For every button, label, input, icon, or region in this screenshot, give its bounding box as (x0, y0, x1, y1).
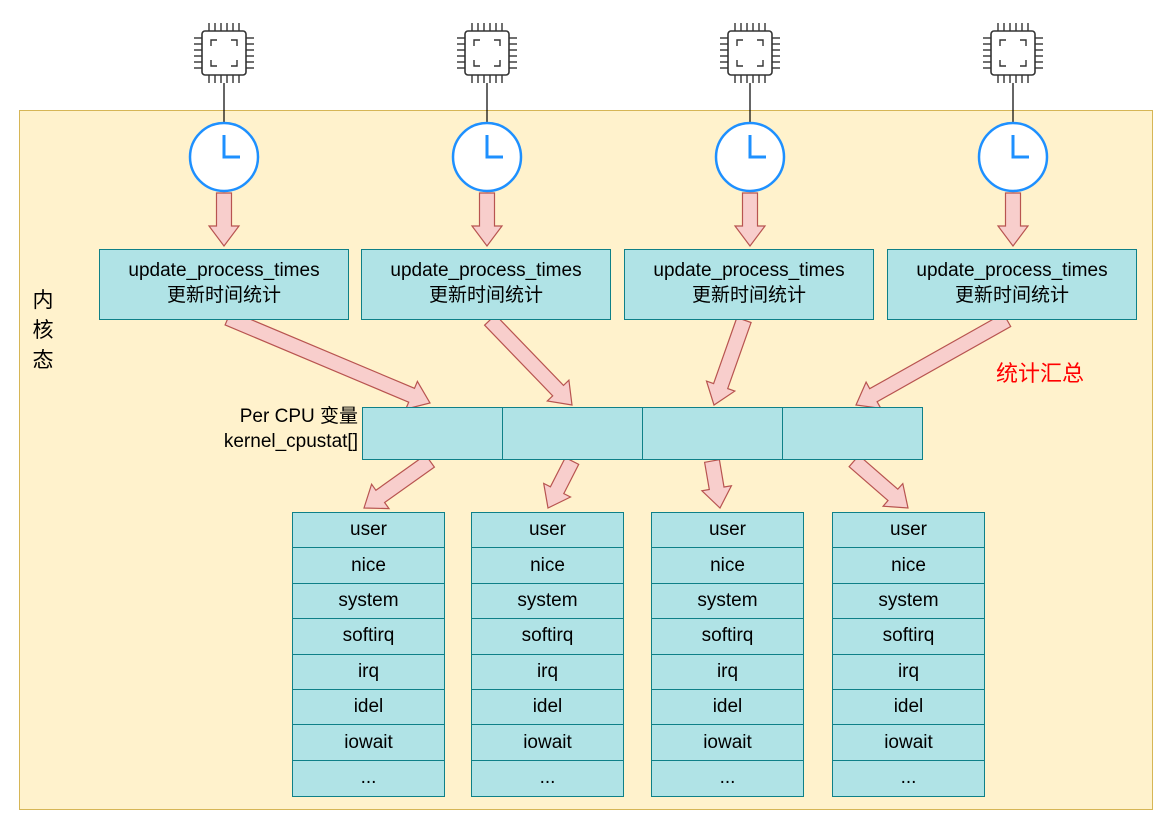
cpustat-field: user (472, 513, 623, 549)
cpustat-array-cell (363, 408, 503, 459)
cpustat-field: system (833, 584, 984, 620)
cpustat-field: irq (293, 655, 444, 690)
cpustat-array-cell (643, 408, 783, 459)
cpustat-field: nice (472, 548, 623, 584)
update-process-times-box: update_process_times 更新时间统计 (624, 249, 874, 320)
cpustat-field: user (833, 513, 984, 549)
kernel-space-label-char: 核 (32, 318, 54, 342)
kernel-space-label: 内 核 态 (30, 285, 56, 375)
cpustat-field: idel (293, 690, 444, 726)
cpustat-field: idel (472, 690, 623, 726)
cpu-chip-icon (720, 23, 780, 83)
cpustat-field: system (652, 584, 803, 620)
cpustat-field: iowait (833, 725, 984, 761)
cpustat-field: nice (833, 548, 984, 584)
update-process-times-box: update_process_times 更新时间统计 (887, 249, 1137, 320)
cpustat-field: softirq (472, 619, 623, 655)
cpustat-field: ... (900, 767, 917, 789)
diagram-canvas: 内 核 态 统计汇总 Per CPU 变量 kernel_cpustat[] u… (0, 0, 1170, 827)
cpustat-field: softirq (293, 619, 444, 655)
cpustat-field: idel (652, 690, 803, 726)
cpustat-field-list: user nice system softirq irq idel iowait... (651, 512, 804, 798)
per-cpu-variable-title: Per CPU 变量 (239, 406, 358, 427)
cpu-chip-icon (983, 23, 1043, 83)
cpustat-field: nice (293, 548, 444, 584)
function-caption: 更新时间统计 (954, 284, 1069, 306)
update-process-times-box: update_process_times 更新时间统计 (361, 249, 611, 320)
cpustat-field: irq (833, 655, 984, 690)
cpustat-field-list: user nice system softirq irq idel iowait... (292, 512, 445, 798)
function-caption: 更新时间统计 (691, 284, 806, 306)
cpustat-field: idel (833, 690, 984, 726)
cpustat-field: ... (539, 767, 556, 789)
cpustat-field: softirq (652, 619, 803, 655)
cpustat-field: ... (360, 767, 377, 789)
function-name: update_process_times (128, 260, 320, 281)
cpustat-field: iowait (293, 725, 444, 761)
cpu-chip-icon (457, 23, 517, 83)
cpustat-field: irq (652, 655, 803, 690)
function-name: update_process_times (653, 260, 845, 281)
cpustat-field: iowait (652, 725, 803, 761)
cpustat-field: user (652, 513, 803, 549)
function-name: update_process_times (916, 260, 1108, 281)
cpustat-field: softirq (833, 619, 984, 655)
cpu-chip-icon (194, 23, 254, 83)
cpustat-array-cell (783, 408, 922, 459)
function-caption: 更新时间统计 (166, 284, 281, 306)
cpustat-field: nice (652, 548, 803, 584)
cpustat-field: ... (719, 767, 736, 789)
cpustat-field-list: user nice system softirq irq idel iowait... (471, 512, 624, 798)
kernel-space-label-char: 态 (32, 348, 54, 372)
summary-label: 统计汇总 (996, 362, 1085, 387)
function-caption: 更新时间统计 (428, 284, 543, 306)
per-cpu-variable-label: Per CPU 变量 kernel_cpustat[] (156, 404, 358, 454)
cpustat-field: system (293, 584, 444, 620)
kernel-space-label-char: 内 (32, 288, 54, 312)
cpustat-field: iowait (472, 725, 623, 761)
cpustat-field: user (293, 513, 444, 549)
cpustat-field: system (472, 584, 623, 620)
cpustat-field: irq (472, 655, 623, 690)
kernel-cpustat-array (362, 407, 923, 460)
update-process-times-box: update_process_times 更新时间统计 (99, 249, 349, 320)
function-name: update_process_times (390, 260, 582, 281)
cpustat-array-cell (503, 408, 643, 459)
per-cpu-variable-name: kernel_cpustat[] (223, 431, 358, 452)
cpustat-field-list: user nice system softirq irq idel iowait... (832, 512, 985, 798)
